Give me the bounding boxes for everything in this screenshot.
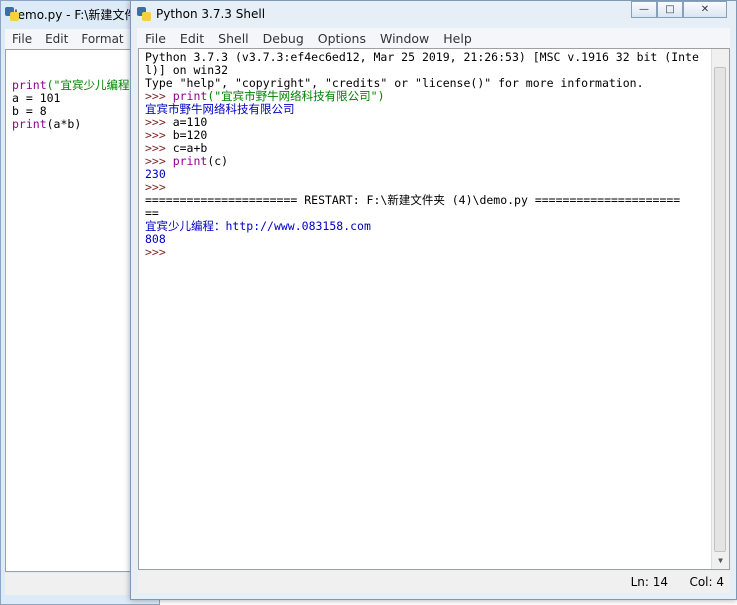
close-button[interactable]: ✕: [683, 1, 727, 18]
shell-output-line: >>> a=110: [145, 116, 710, 129]
shell-output-token: ==: [145, 206, 159, 220]
shell-output-line: >>> print(c): [145, 155, 710, 168]
editor-code-token: print: [12, 117, 47, 131]
shell-output-token: 宜宾市野牛网络科技有限公司: [145, 102, 295, 116]
vertical-scrollbar[interactable]: ▲ ▼: [711, 49, 729, 569]
editor-code-token: a = 101: [12, 91, 61, 105]
status-line: Ln: 14: [630, 575, 668, 589]
shell-output-token: b=120: [172, 128, 208, 142]
shell-output-token: c=a+b: [172, 141, 208, 155]
shell-output-token: >>>: [145, 128, 173, 142]
shell-output-token: ====================== RESTART: F:\新建文件夹…: [145, 193, 681, 207]
editor-menu-file[interactable]: File: [5, 32, 38, 46]
editor-menu-format[interactable]: Format: [74, 32, 129, 46]
menu-window[interactable]: Window: [372, 31, 435, 46]
editor-code-token: print: [12, 78, 47, 92]
shell-output-line: >>> c=a+b: [145, 142, 710, 155]
shell-output-token: >>>: [145, 141, 173, 155]
shell-output-token: 808: [145, 232, 166, 246]
menu-debug[interactable]: Debug: [255, 31, 310, 46]
shell-output-token: (c): [207, 154, 229, 168]
shell-output-token: 宜宾少儿编程：http://www.083158.com: [145, 219, 371, 233]
shell-output-token: print: [172, 154, 208, 168]
shell-output-token: a=110: [172, 115, 208, 129]
shell-output-line: 宜宾市野牛网络科技有限公司: [145, 103, 710, 116]
shell-menubar: File Edit Shell Debug Options Window Hel…: [137, 28, 730, 48]
shell-statusbar: Ln: 14 Col: 4: [138, 571, 730, 593]
shell-output-line: Python 3.7.3 (v3.7.3:ef4ec6ed12, Mar 25 …: [145, 51, 710, 64]
shell-output-token: print: [172, 89, 208, 103]
menu-edit[interactable]: Edit: [172, 31, 210, 46]
shell-output-token: >>>: [145, 115, 173, 129]
menu-shell[interactable]: Shell: [210, 31, 255, 46]
shell-output-token: >>>: [145, 245, 173, 259]
status-col: Col: 4: [689, 575, 724, 589]
shell-output-token: >>>: [145, 180, 173, 194]
shell-output-area[interactable]: Python 3.7.3 (v3.7.3:ef4ec6ed12, Mar 25 …: [138, 48, 730, 570]
editor-code-token: (a*b): [46, 117, 82, 131]
scroll-thumb[interactable]: [714, 67, 726, 552]
menu-help[interactable]: Help: [435, 31, 478, 46]
shell-output-line: ====================== RESTART: F:\新建文件夹…: [145, 194, 710, 207]
shell-output-token: l)] on win32: [145, 63, 229, 77]
shell-output-line: >>> b=120: [145, 129, 710, 142]
shell-title: Python 3.7.3 Shell: [156, 7, 266, 21]
shell-output-token: ("宜宾市野牛网络科技有限公司"): [207, 89, 385, 103]
shell-output-token: >>>: [145, 89, 173, 103]
menu-file[interactable]: File: [137, 31, 172, 46]
menu-options[interactable]: Options: [310, 31, 372, 46]
shell-lines: Python 3.7.3 (v3.7.3:ef4ec6ed12, Mar 25 …: [145, 51, 710, 259]
shell-output-token: >>>: [145, 154, 173, 168]
shell-output-token: Type "help", "copyright", "credits" or "…: [145, 76, 644, 90]
shell-output-token: Python 3.7.3 (v3.7.3:ef4ec6ed12, Mar 25 …: [145, 50, 699, 64]
shell-output-token: 230: [145, 167, 166, 181]
shell-output-line: 宜宾少儿编程：http://www.083158.com: [145, 220, 710, 233]
shell-output-line: 230: [145, 168, 710, 181]
window-controls: — □ ✕: [631, 1, 727, 18]
shell-output-line: >>>: [145, 246, 710, 259]
editor-menu-edit[interactable]: Edit: [38, 32, 74, 46]
shell-window[interactable]: Python 3.7.3 Shell — □ ✕ File Edit Shell…: [130, 0, 737, 600]
minimize-button[interactable]: —: [631, 1, 657, 18]
python-shell-icon: [137, 7, 151, 21]
editor-code-token: b = 8: [12, 104, 47, 118]
shell-output-line: 808: [145, 233, 710, 246]
scroll-down-arrow-icon[interactable]: ▼: [712, 552, 729, 569]
maximize-button[interactable]: □: [657, 1, 683, 18]
